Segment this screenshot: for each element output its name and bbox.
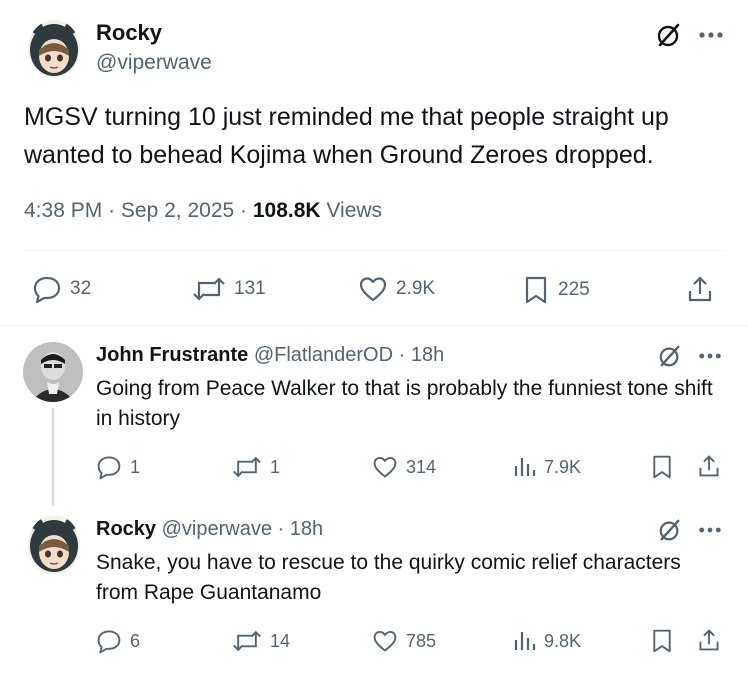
like-count: 314: [406, 456, 437, 477]
tweet-meta: 4:38 PM · Sep 2, 2025 · 108.8K Views: [24, 199, 382, 223]
repost-button[interactable]: 131: [192, 275, 266, 303]
views-count: 9.8K: [544, 630, 582, 651]
reply-button[interactable]: 32: [32, 275, 91, 303]
bookmark-icon: [525, 276, 547, 304]
more-icon[interactable]: [696, 518, 724, 542]
views-button[interactable]: 7.9K: [512, 454, 581, 480]
divider: [24, 250, 724, 251]
views-label: Views: [326, 199, 383, 222]
like-icon: [373, 630, 397, 652]
views-count[interactable]: 108.8K: [253, 199, 321, 222]
views-button[interactable]: 9.8K: [512, 628, 581, 654]
share-button[interactable]: [697, 627, 721, 653]
author-handle[interactable]: @viperwave: [162, 518, 272, 540]
like-icon: [359, 277, 387, 302]
divider: [0, 325, 748, 326]
author-handle[interactable]: @FlatlanderOD: [254, 344, 393, 366]
author-name[interactable]: John Frustrante: [96, 344, 248, 366]
repost-count: 14: [270, 630, 291, 651]
reply-icon: [33, 276, 61, 303]
more-icon[interactable]: [696, 344, 724, 368]
bookmark-icon: [653, 629, 671, 653]
reply-count: 6: [130, 630, 141, 651]
bookmark-count: 225: [558, 279, 590, 300]
reply-button[interactable]: 6: [96, 628, 140, 654]
avatar[interactable]: [28, 20, 80, 78]
repost-icon: [233, 456, 261, 478]
grok-icon[interactable]: [656, 516, 684, 544]
bookmark-button[interactable]: 225: [522, 275, 590, 305]
share-icon: [699, 455, 719, 477]
reply-icon: [97, 630, 121, 654]
share-button[interactable]: [697, 453, 721, 479]
repost-count: 1: [270, 456, 281, 477]
views-icon: [514, 632, 536, 650]
like-icon: [373, 456, 397, 478]
author-name[interactable]: Rocky: [96, 20, 162, 46]
reply-count: 32: [70, 278, 92, 299]
reply-time[interactable]: 18h: [290, 518, 323, 540]
separator: ·: [398, 344, 406, 366]
reply-time[interactable]: 18h: [411, 344, 444, 366]
like-count: 2.9K: [396, 278, 436, 299]
separator: ·: [240, 199, 248, 222]
share-icon: [699, 629, 719, 651]
reply-text: Snake, you have to rescue to the quirky …: [96, 551, 681, 604]
repost-button[interactable]: 1: [232, 454, 280, 480]
reply-button[interactable]: 1: [96, 454, 140, 480]
avatar[interactable]: [23, 342, 83, 402]
share-button[interactable]: [686, 274, 714, 304]
like-count: 785: [406, 630, 437, 651]
views-count: 7.9K: [544, 456, 582, 477]
reply-count: 1: [130, 456, 141, 477]
share-icon: [688, 276, 712, 302]
like-button[interactable]: 314: [372, 454, 436, 480]
repost-button[interactable]: 14: [232, 628, 290, 654]
tweet-time[interactable]: 4:38 PM: [24, 199, 102, 222]
separator: ·: [277, 518, 285, 540]
repost-icon: [193, 277, 225, 301]
more-icon[interactable]: [696, 22, 726, 48]
views-icon: [514, 458, 536, 476]
tweet-date[interactable]: Sep 2, 2025: [121, 199, 234, 222]
bookmark-icon: [653, 455, 671, 479]
bookmark-button[interactable]: [650, 628, 674, 654]
main-tweet: Rocky @viperwave MGSV turning 10 just re…: [0, 0, 748, 326]
avatar[interactable]: [28, 515, 80, 575]
author-name[interactable]: Rocky: [96, 518, 156, 540]
grok-icon[interactable]: [656, 342, 684, 370]
tweet-text: MGSV turning 10 just reminded me that pe…: [24, 103, 669, 169]
reply-author: Rocky @viperwave · 18h: [96, 518, 323, 541]
grok-icon[interactable]: [654, 20, 684, 50]
like-button[interactable]: 785: [372, 628, 436, 654]
repost-icon: [233, 630, 261, 652]
reply-text: Going from Peace Walker to that is proba…: [96, 377, 713, 430]
reply-icon: [97, 456, 121, 480]
author-handle[interactable]: @viperwave: [96, 51, 212, 75]
bookmark-button[interactable]: [650, 454, 674, 480]
like-button[interactable]: 2.9K: [358, 275, 435, 303]
separator: ·: [108, 199, 116, 222]
thread-line: [52, 408, 54, 506]
reply-author: John Frustrante @FlatlanderOD · 18h: [96, 344, 444, 367]
repost-count: 131: [234, 278, 266, 299]
